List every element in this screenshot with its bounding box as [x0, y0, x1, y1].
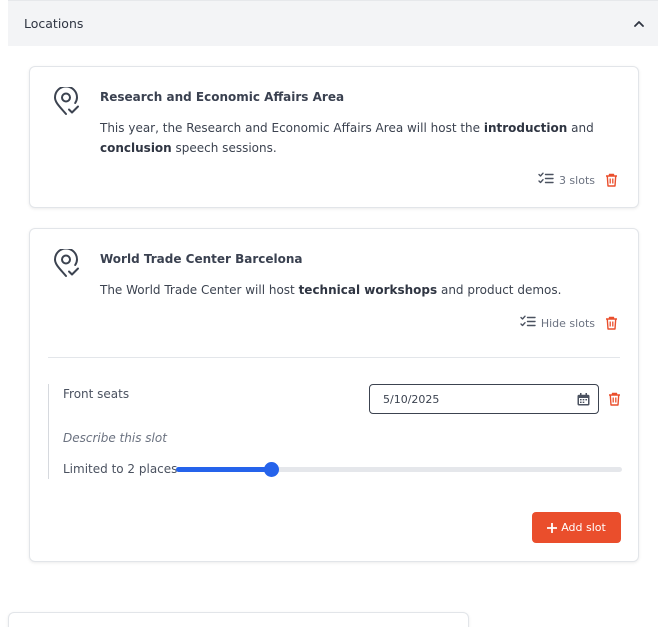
slot-date-input[interactable]: 5/10/2025 — [369, 384, 599, 414]
slider-fill — [176, 467, 271, 472]
location-title: Research and Economic Affairs Area — [100, 90, 345, 104]
card-actions: Hide slots — [520, 315, 618, 331]
location-title: World Trade Center Barcelona — [100, 252, 303, 266]
divider — [48, 357, 620, 358]
location-card: World Trade Center Barcelona The World T… — [29, 228, 639, 562]
chevron-up-icon[interactable] — [634, 19, 644, 29]
next-card — [8, 612, 469, 627]
slot-date-value: 5/10/2025 — [383, 392, 440, 406]
location-pin-check-icon — [52, 247, 80, 279]
card-actions: 3 slots — [538, 172, 618, 188]
checklist-icon — [520, 315, 536, 331]
location-card: Research and Economic Affairs Area This … — [29, 66, 639, 208]
slot-limit-label: Limited to 2 places — [63, 462, 178, 476]
slot-name[interactable]: Front seats — [63, 387, 129, 401]
checklist-icon — [538, 172, 554, 188]
location-description: The World Trade Center will host technic… — [100, 283, 562, 297]
hide-slots-button[interactable]: Hide slots — [520, 315, 595, 331]
delete-slot-button[interactable] — [608, 392, 621, 406]
slot-item: Front seats 5/10/2025 Describe this slot… — [48, 384, 622, 479]
plus-icon — [547, 522, 558, 533]
add-slot-button[interactable]: Add slot — [532, 512, 621, 543]
delete-location-button[interactable] — [605, 173, 618, 187]
delete-location-button[interactable] — [605, 316, 618, 330]
show-slots-button[interactable]: 3 slots — [538, 172, 595, 188]
section-title: Locations — [24, 16, 84, 31]
slot-capacity-slider[interactable] — [176, 462, 622, 477]
calendar-icon[interactable] — [577, 392, 590, 406]
slider-thumb[interactable] — [263, 462, 279, 477]
add-slot-label: Add slot — [561, 521, 606, 534]
hide-slots-label: Hide slots — [540, 316, 595, 330]
location-description: This year, the Research and Economic Aff… — [100, 121, 594, 155]
slots-count-label: 3 slots — [558, 173, 595, 187]
locations-section-header[interactable]: Locations — [8, 0, 658, 46]
page: Locations Research and Economic Affairs … — [0, 0, 670, 627]
slot-description-input[interactable]: Describe this slot — [63, 431, 167, 445]
location-pin-check-icon — [52, 85, 80, 117]
